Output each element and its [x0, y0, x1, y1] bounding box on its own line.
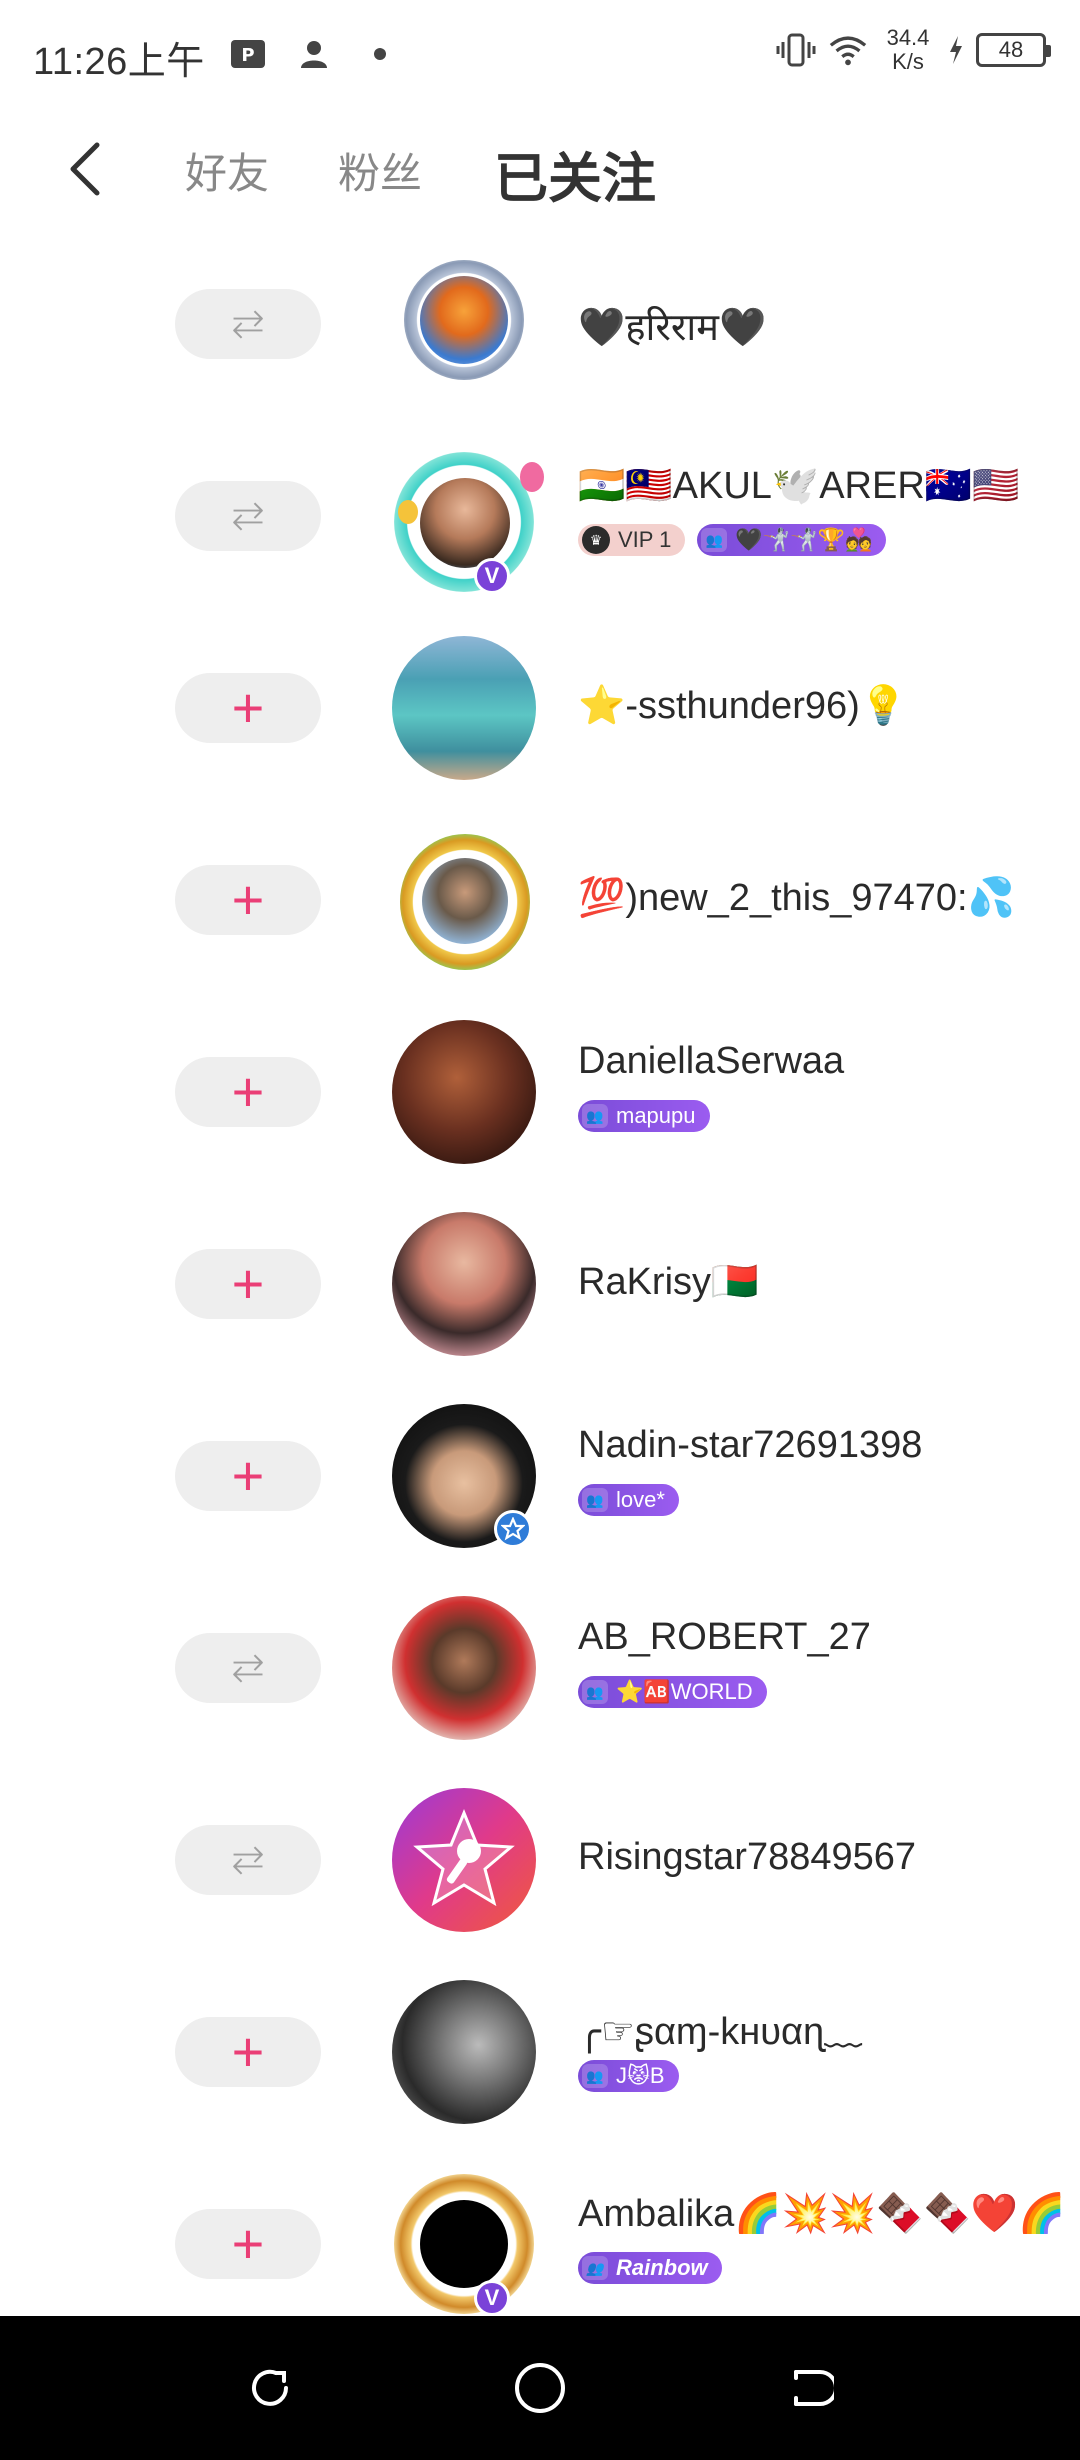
recent-apps-icon [252, 2369, 288, 2406]
vip-badge: ♛ VIP 1 [578, 524, 686, 556]
charging-icon [948, 30, 964, 70]
mutual-follow-button[interactable]: ⇆ [175, 1825, 321, 1895]
avatar[interactable] [392, 1596, 536, 1740]
svg-text:P: P [241, 45, 254, 66]
group-badge: 👥 J😾B [578, 2060, 679, 2092]
balloon-decoration [398, 500, 418, 524]
user-name[interactable]: Risingstar78849567 [578, 1836, 916, 1879]
back-icon [794, 2370, 834, 2406]
follow-button[interactable]: + [175, 1441, 321, 1511]
tab-following[interactable]: 已关注 [494, 134, 656, 213]
follow-button[interactable]: + [175, 1057, 321, 1127]
avatar[interactable] [420, 478, 510, 568]
star-badge-icon [494, 1510, 532, 1548]
tab-friends[interactable]: 好友 [185, 140, 269, 201]
group-icon: 👥 [582, 1488, 608, 1512]
list-item[interactable]: + RaKrisy🇲🇬 [0, 1190, 1080, 1382]
group-badge: 👥 🖤🤺🤺🏆💑 [697, 524, 887, 556]
chevron-left-icon [70, 142, 100, 196]
app-notification-icon: P [228, 34, 268, 74]
list-item[interactable]: ⇆ 🖤हरिराम🖤 [0, 230, 1080, 422]
user-name[interactable]: 💯)new_2_this_97470:💦 [578, 876, 1015, 920]
back-nav-button[interactable] [780, 2358, 840, 2418]
balloon-decoration [520, 462, 544, 492]
wifi-icon [828, 30, 868, 70]
user-name[interactable]: Ambalika🌈💥💥🍫🍫❤️🌈 [578, 2192, 1066, 2236]
system-nav-bar [0, 2316, 1080, 2460]
status-left-icons: P [228, 34, 400, 74]
badge-group: 👥 mapupu [578, 1100, 710, 1132]
group-icon: 👥 [582, 1104, 608, 1128]
crown-icon: ♛ [582, 526, 610, 554]
user-name[interactable]: AB_ROBERT_27 [578, 1616, 871, 1659]
avatar[interactable] [392, 1980, 536, 2124]
list-item[interactable]: + Nadin-star72691398 👥 love* [0, 1382, 1080, 1574]
person-icon [294, 34, 334, 74]
vibrate-icon [776, 30, 816, 70]
recent-apps-button[interactable] [240, 2358, 300, 2418]
home-icon [515, 2363, 565, 2413]
list-item[interactable]: + 💯)new_2_this_97470:💦 [0, 806, 1080, 998]
status-bar: 11:26上午 P 34.4 K/s 48 [0, 0, 1080, 110]
mutual-follow-button[interactable]: ⇆ [175, 289, 321, 359]
follow-button[interactable]: + [175, 1249, 321, 1319]
header: 好友 粉丝 已关注 [0, 110, 1080, 230]
star-microphone-icon [413, 1809, 515, 1907]
status-time: 11:26上午 [33, 41, 205, 83]
group-icon: 👥 [582, 1680, 608, 1704]
list-item[interactable]: ⇆ AB_ROBERT_27 👥 ⭐🆎WORLD [0, 1574, 1080, 1766]
list-item[interactable]: + V Ambalika🌈💥💥🍫🍫❤️🌈 👥 Rainbow [0, 2150, 1080, 2316]
user-name[interactable]: Nadin-star72691398 [578, 1424, 922, 1467]
group-badge: 👥 love* [578, 1484, 679, 1516]
follow-button[interactable]: + [175, 2209, 321, 2279]
user-name[interactable]: 🖤हरिराम🖤 [578, 300, 766, 352]
badge-group: 👥 love* [578, 1484, 679, 1516]
mutual-follow-button[interactable]: ⇆ [175, 1633, 321, 1703]
list-item[interactable]: + ╭☞ʂαɱ-kнυαɳ﹏ 👥 J😾B [0, 1958, 1080, 2150]
avatar[interactable] [392, 1788, 536, 1932]
user-name[interactable]: 🇮🇳🇲🇾AKUL🕊️ARER🇦🇺🇺🇸 [578, 464, 1019, 508]
verified-v-badge: V [474, 558, 510, 594]
list-item[interactable]: + DaniellaSerwaa 👥 mapupu [0, 998, 1080, 1190]
user-name[interactable]: ⭐-ssthunder96)💡 [578, 684, 907, 728]
net-speed: 34.4 K/s [886, 25, 930, 74]
follow-button[interactable]: + [175, 2017, 321, 2087]
mutual-follow-button[interactable]: ⇆ [175, 481, 321, 551]
badge-group: 👥 Rainbow [578, 2252, 722, 2284]
verified-v-badge: V [474, 2280, 510, 2316]
avatar[interactable] [392, 1212, 536, 1356]
group-icon: 👥 [582, 2064, 608, 2088]
list-item[interactable]: ⇆ V 🇮🇳🇲🇾AKUL🕊️ARER🇦🇺🇺🇸 ♛ VIP 1 👥 🖤🤺🤺🏆💑 [0, 422, 1080, 614]
group-badge: 👥 Rainbow [578, 2252, 722, 2284]
group-badge: 👥 ⭐🆎WORLD [578, 1676, 767, 1708]
status-right: 34.4 K/s 48 [776, 25, 1051, 74]
badge-group: 👥 J😾B [578, 2060, 679, 2092]
avatar[interactable] [420, 2200, 508, 2288]
home-button[interactable] [510, 2358, 570, 2418]
back-button[interactable] [50, 134, 120, 204]
follow-button[interactable]: + [175, 673, 321, 743]
dot-icon [360, 34, 400, 74]
user-name[interactable]: ╭☞ʂαɱ-kнυαɳ﹏ [578, 2000, 862, 2055]
follow-button[interactable]: + [175, 865, 321, 935]
tab-fans[interactable]: 粉丝 [338, 140, 422, 201]
list-item[interactable]: ⇆ Risingstar78849567 [0, 1766, 1080, 1958]
battery-icon: 48 [976, 33, 1051, 67]
group-icon: 👥 [701, 528, 728, 552]
badge-group: 👥 ⭐🆎WORLD [578, 1676, 767, 1708]
avatar[interactable] [422, 858, 508, 944]
user-name[interactable]: RaKrisy🇲🇬 [578, 1260, 758, 1304]
list-item[interactable]: + ⭐-ssthunder96)💡 [0, 614, 1080, 806]
group-badge: 👥 mapupu [578, 1100, 710, 1132]
avatar[interactable] [392, 636, 536, 780]
badge-group: ♛ VIP 1 👥 🖤🤺🤺🏆💑 [578, 524, 887, 556]
user-name[interactable]: DaniellaSerwaa [578, 1040, 844, 1083]
group-icon: 👥 [582, 2256, 608, 2280]
avatar[interactable] [392, 1020, 536, 1164]
avatar[interactable] [420, 276, 508, 364]
